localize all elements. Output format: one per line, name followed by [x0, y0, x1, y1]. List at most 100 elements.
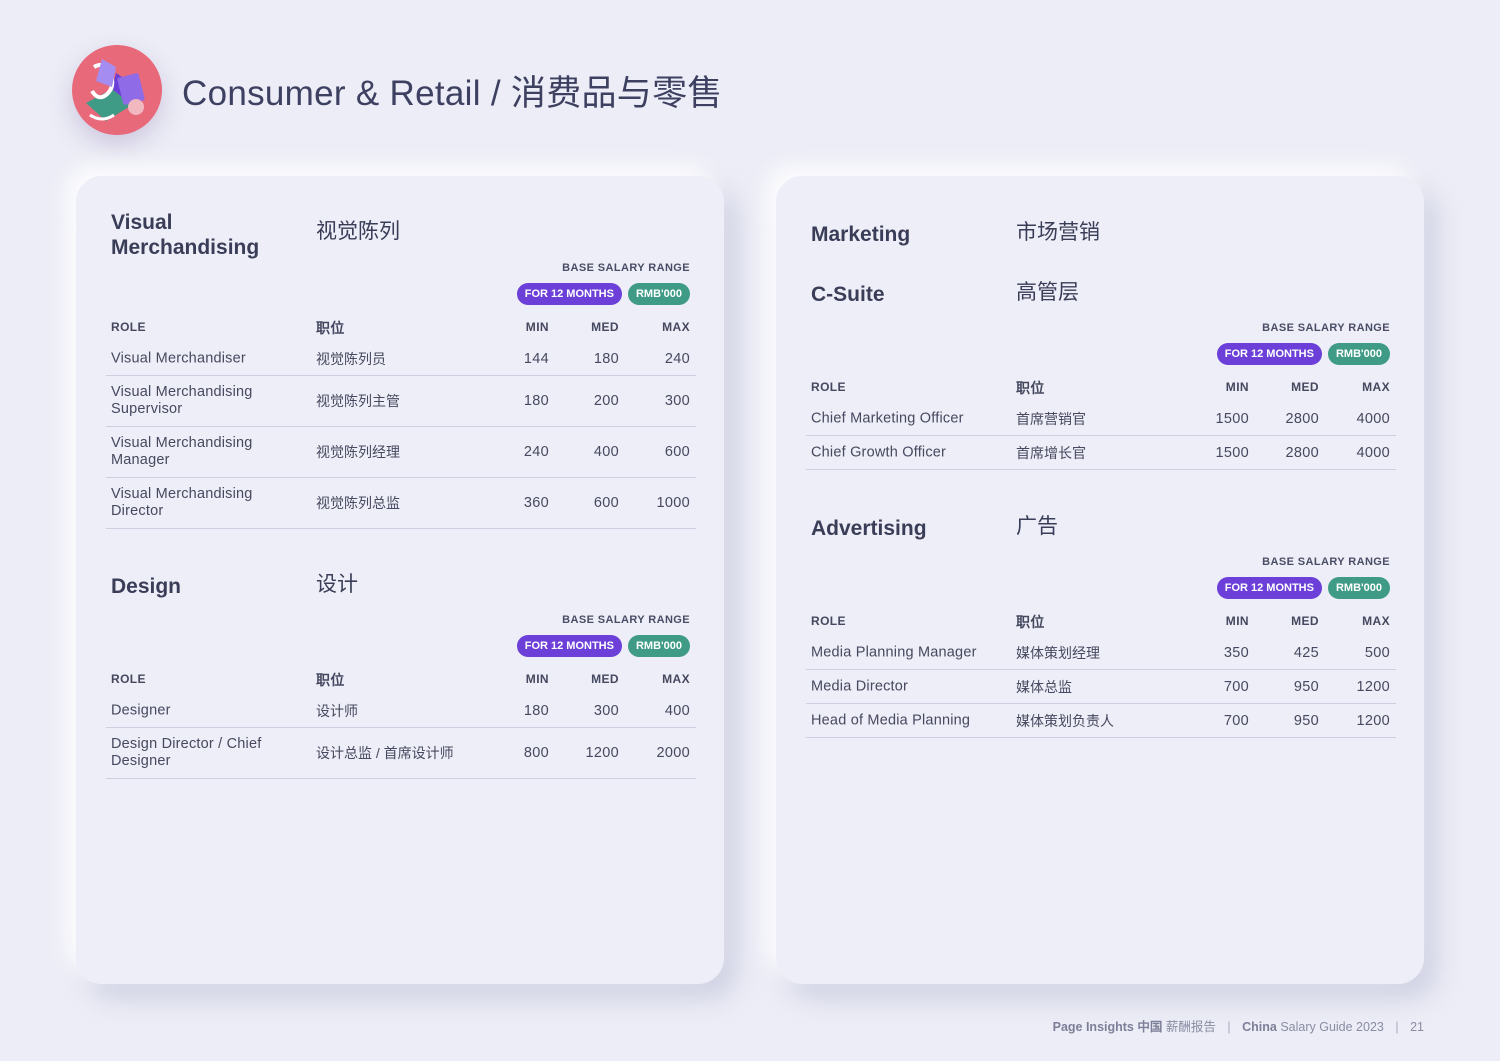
currency-badge: RMB'000: [1327, 577, 1390, 599]
table-row: Visual Merchandiser 视觉陈列员 144 180 240: [106, 342, 696, 376]
salary-max: 1200: [1356, 678, 1390, 695]
card-left: Visual Merchandising 视觉陈列 BASE SALARY RA…: [76, 176, 724, 984]
section-visual-merchandising: Visual Merchandising 视觉陈列 BASE SALARY RA…: [106, 210, 696, 530]
role-name-cn: 设计师: [316, 702, 358, 719]
table-header: ROLE 职位 MIN MED MAX: [806, 614, 1396, 632]
table-row: Chief Marketing Officer 首席营销官 1500 2800 …: [806, 402, 1396, 436]
table-row: Visual Merchandising Director 视觉陈列总监 360…: [106, 478, 696, 529]
footer-divider: |: [1395, 1020, 1399, 1034]
salary-table: Designer 设计师 180 300 400 Design Director…: [106, 694, 696, 779]
salary-range-header: BASE SALARY RANGE FOR 12 MONTHS RMB'000: [1216, 322, 1390, 365]
retail-illustration-icon: [72, 45, 162, 135]
section-title-cn: 设计: [316, 573, 358, 596]
role-name-cn: 视觉陈列总监: [316, 495, 400, 511]
role-name-cn: 首席营销官: [1016, 410, 1086, 427]
section-title-cn: 广告: [1016, 515, 1058, 538]
salary-min: 800: [523, 745, 549, 761]
col-min: MIN: [525, 672, 549, 686]
period-badge: FOR 12 MONTHS: [1216, 577, 1322, 599]
table-row: Head of Media Planning 媒体策划负责人 700 950 1…: [806, 704, 1396, 738]
salary-range-label: BASE SALARY RANGE: [1262, 322, 1390, 334]
footer-brand-cn: 薪酬报告: [1165, 1020, 1216, 1034]
role-name-cn: 媒体策划经理: [1016, 644, 1100, 661]
footer-divider: |: [1227, 1020, 1231, 1034]
table-header: ROLE 职位 MIN MED MAX: [106, 672, 696, 690]
salary-max: 4000: [1356, 410, 1390, 427]
table-row: Chief Growth Officer 首席增长官 1500 2800 400…: [806, 436, 1396, 470]
salary-min: 1500: [1215, 410, 1249, 427]
table-row: Visual Merchandising Supervisor 视觉陈列主管 1…: [106, 376, 696, 427]
col-min: MIN: [1225, 614, 1249, 628]
role-name: Media Director: [811, 678, 909, 694]
col-role: ROLE: [111, 320, 146, 334]
section-c-suite: C-Suite 高管层 BASE SALARY RANGE FOR 12 MON…: [806, 281, 1396, 472]
section-title-cn: 市场营销: [1016, 221, 1100, 244]
section-title: Design: [111, 575, 182, 598]
salary-min: 144: [523, 350, 549, 367]
col-role-cn: 职位: [316, 672, 345, 688]
role-name: Designer: [111, 702, 171, 718]
col-max: MAX: [662, 320, 690, 334]
footer-brand: Page Insights: [1052, 1020, 1134, 1034]
salary-min: 180: [523, 702, 549, 719]
role-name-cn: 媒体策划负责人: [1016, 712, 1114, 729]
salary-med: 2800: [1285, 444, 1319, 461]
section-title: Advertising: [811, 517, 927, 540]
currency-badge: RMB'000: [627, 635, 690, 657]
role-name-cn: 视觉陈列经理: [316, 444, 400, 460]
col-med: MED: [1291, 380, 1319, 394]
salary-min: 700: [1223, 678, 1249, 695]
role-name: Chief Marketing Officer: [811, 410, 964, 426]
salary-max: 400: [664, 702, 690, 719]
table-row: Media Director 媒体总监 700 950 1200: [806, 670, 1396, 704]
salary-max: 300: [664, 393, 690, 409]
salary-max: 500: [1364, 644, 1390, 661]
period-badge: FOR 12 MONTHS: [1216, 343, 1322, 365]
salary-med: 180: [593, 350, 619, 367]
role-name: Visual Merchandising Director: [111, 486, 253, 519]
salary-max: 4000: [1356, 444, 1390, 461]
section-title: Visual Merchandising: [111, 211, 260, 259]
salary-max: 240: [664, 350, 690, 367]
period-badge: FOR 12 MONTHS: [516, 635, 622, 657]
salary-max: 2000: [656, 745, 690, 761]
col-med: MED: [591, 320, 619, 334]
section-marketing: Marketing 市场营销: [806, 221, 1396, 252]
salary-min: 1500: [1215, 444, 1249, 461]
salary-range-header: BASE SALARY RANGE FOR 12 MONTHS RMB'000: [1216, 556, 1390, 599]
footer-brand-cn-bold: 中国: [1137, 1020, 1163, 1034]
col-max: MAX: [1362, 614, 1390, 628]
table-row: Design Director / Chief Designer 设计总监 / …: [106, 728, 696, 779]
col-role: ROLE: [811, 380, 846, 394]
role-name: Media Planning Manager: [811, 644, 977, 660]
salary-max: 1000: [656, 495, 690, 511]
salary-med: 950: [1293, 712, 1319, 729]
salary-min: 350: [1223, 644, 1249, 661]
card-right: Marketing 市场营销 C-Suite 高管层 BASE SALARY R…: [776, 176, 1424, 984]
col-med: MED: [1291, 614, 1319, 628]
role-name: Visual Merchandising Manager: [111, 435, 253, 468]
col-role: ROLE: [811, 614, 846, 628]
salary-range-header: BASE SALARY RANGE FOR 12 MONTHS RMB'000: [516, 614, 690, 657]
col-role-cn: 职位: [1016, 380, 1045, 396]
footer-guide: Salary Guide 2023: [1280, 1020, 1384, 1034]
salary-med: 1200: [585, 745, 619, 761]
salary-med: 425: [1293, 644, 1319, 661]
salary-med: 600: [593, 495, 619, 511]
salary-min: 700: [1223, 712, 1249, 729]
page-title: Consumer & Retail / 消费品与零售: [182, 73, 723, 113]
salary-min: 180: [523, 393, 549, 409]
section-title: C-Suite: [811, 283, 885, 306]
salary-max: 600: [664, 444, 690, 460]
salary-max: 1200: [1356, 712, 1390, 729]
section-title: Marketing: [811, 223, 911, 246]
salary-range-label: BASE SALARY RANGE: [562, 614, 690, 626]
section-design: Design 设计 BASE SALARY RANGE FOR 12 MONTH…: [106, 573, 696, 784]
footer-guide-bold: China: [1242, 1020, 1277, 1034]
section-advertising: Advertising 广告 BASE SALARY RANGE FOR 12 …: [806, 515, 1396, 746]
salary-med: 300: [593, 702, 619, 719]
col-role-cn: 职位: [316, 320, 345, 336]
role-name: Head of Media Planning: [811, 712, 971, 728]
col-min: MIN: [1225, 380, 1249, 394]
section-title-cn: 高管层: [1016, 281, 1079, 304]
